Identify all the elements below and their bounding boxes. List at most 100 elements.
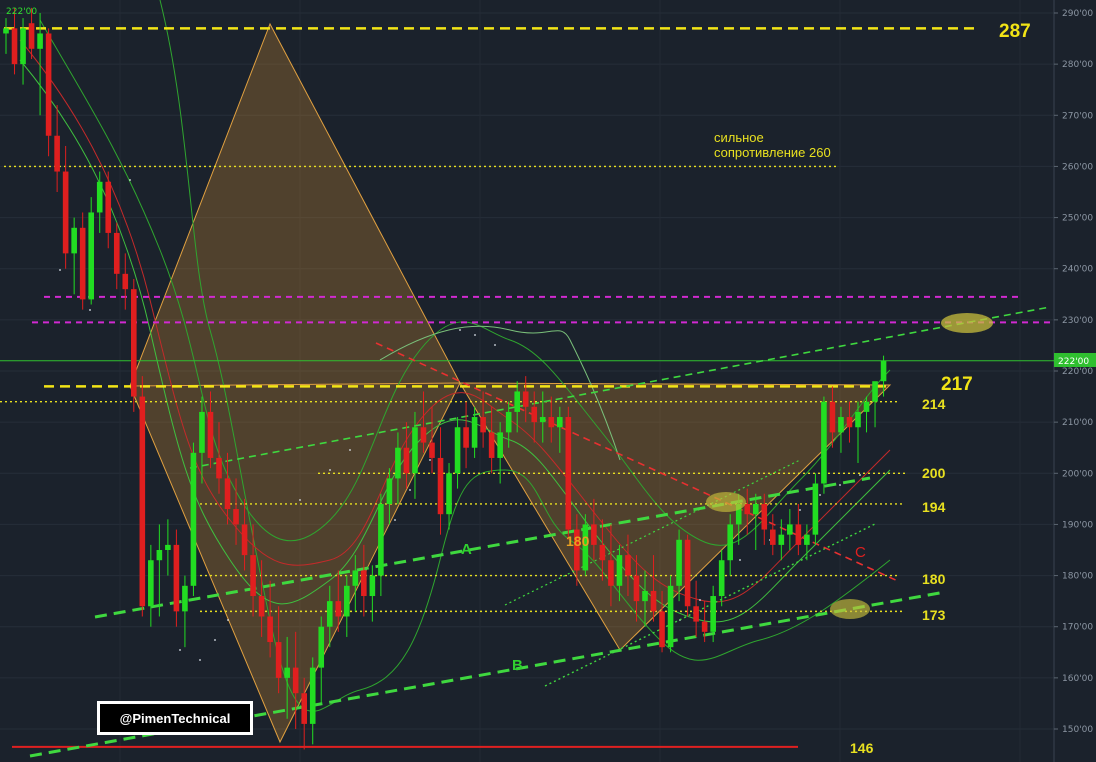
sar-dot [329,469,331,471]
candle-down [548,417,555,428]
candle-down [829,401,836,433]
candle-up [386,478,393,504]
candle-up [190,452,197,586]
candle-down [207,411,214,458]
sar-dot [699,599,701,601]
label-214: 214 [922,396,946,412]
label-173: 173 [922,607,946,623]
sar-dot [459,329,461,331]
candle-up [863,401,870,412]
sar-dot [859,474,861,476]
candle-up [710,596,716,632]
candle-up [454,427,461,474]
candle-down [267,616,273,643]
candle-up [20,28,26,65]
sar-dot [409,489,411,491]
candle-down [361,570,367,597]
candle-up [156,550,163,561]
candle-down [684,539,691,607]
candle-up [812,483,819,535]
candle-down [565,417,572,530]
candle-down [403,447,410,474]
ellipse-target [941,313,993,333]
candle-up [165,544,171,550]
axis-tick-label: 290'00 [1062,9,1093,19]
top-left-price: 222'00 [6,7,37,17]
candle-down [659,611,665,648]
candle-down [113,232,120,274]
candle-up [378,503,384,576]
candle-down [105,181,112,233]
candle-up [318,626,325,668]
candle-down [275,642,282,678]
candle-up [326,601,333,627]
candle-down [131,289,137,397]
axis-tick-label: 180'00 [1062,572,1093,582]
candle-up [446,473,452,515]
candle-down [173,544,180,612]
candle-down [693,606,699,622]
candle-down [522,391,529,407]
candle-up [309,667,316,724]
sar-dot [59,269,61,271]
candle-down [488,432,495,458]
annotation-resistance-260: сопротивление 260 [714,145,831,160]
candle-down [437,457,444,515]
price-chart[interactable]: 150'00 160'00 170'00 180'00 190'00 200'00 210'… [0,0,1096,762]
candle-down [463,427,469,448]
sar-dot [839,484,841,486]
candle-up [752,503,759,515]
sar-dot [739,559,741,561]
axis-tick-label: 250'00 [1062,214,1093,224]
ellipse-breakout [706,492,746,512]
ellipse-support [830,599,870,619]
candle-down [650,590,657,612]
candle-up [880,360,887,382]
axis-tick-label: 280'00 [1062,60,1093,70]
candle-down [608,560,614,586]
candle-up [804,534,810,545]
axis-tick-label: 150'00 [1062,725,1093,735]
sar-dot [199,659,201,661]
candle-down [846,417,853,428]
candle-down [79,227,86,300]
candle-up [497,432,503,458]
sar-dot [214,639,216,641]
axis-tick-label: 200'00 [1062,469,1093,479]
candle-up [284,667,290,678]
candle-down [625,555,631,576]
candle-up [855,411,861,428]
candle-up [616,555,623,586]
label-point-b: B [512,657,523,674]
candle-up [96,181,103,213]
label-287: 287 [999,21,1031,42]
candle-up [369,575,376,597]
candle-up [727,524,733,561]
candle-down [250,555,256,597]
candle-down [258,596,265,617]
label-217: 217 [941,374,973,395]
candle-down [28,23,35,49]
label-200: 200 [922,465,946,481]
candle-down [301,693,307,724]
axis-tick-label: 260'00 [1062,162,1093,172]
candle-down [770,529,776,545]
sar-dot [429,459,431,461]
axis-tick-label: 160'00 [1062,674,1093,684]
candle-down [241,524,248,556]
candle-down [292,667,299,694]
candle-up [3,28,9,34]
sar-dot [819,494,821,496]
candle-down [701,621,708,632]
candle-down [139,396,146,607]
label-180-mid: 180 [566,533,590,549]
candle-up [471,417,478,448]
candle-up [344,585,350,617]
candle-up [505,411,512,433]
candle-up [821,401,827,484]
candle-down [216,457,222,479]
candle-up [787,524,793,535]
candle-up [718,560,725,597]
watermark-badge: @PimenTechnical [97,701,253,735]
sar-dot [474,334,476,336]
